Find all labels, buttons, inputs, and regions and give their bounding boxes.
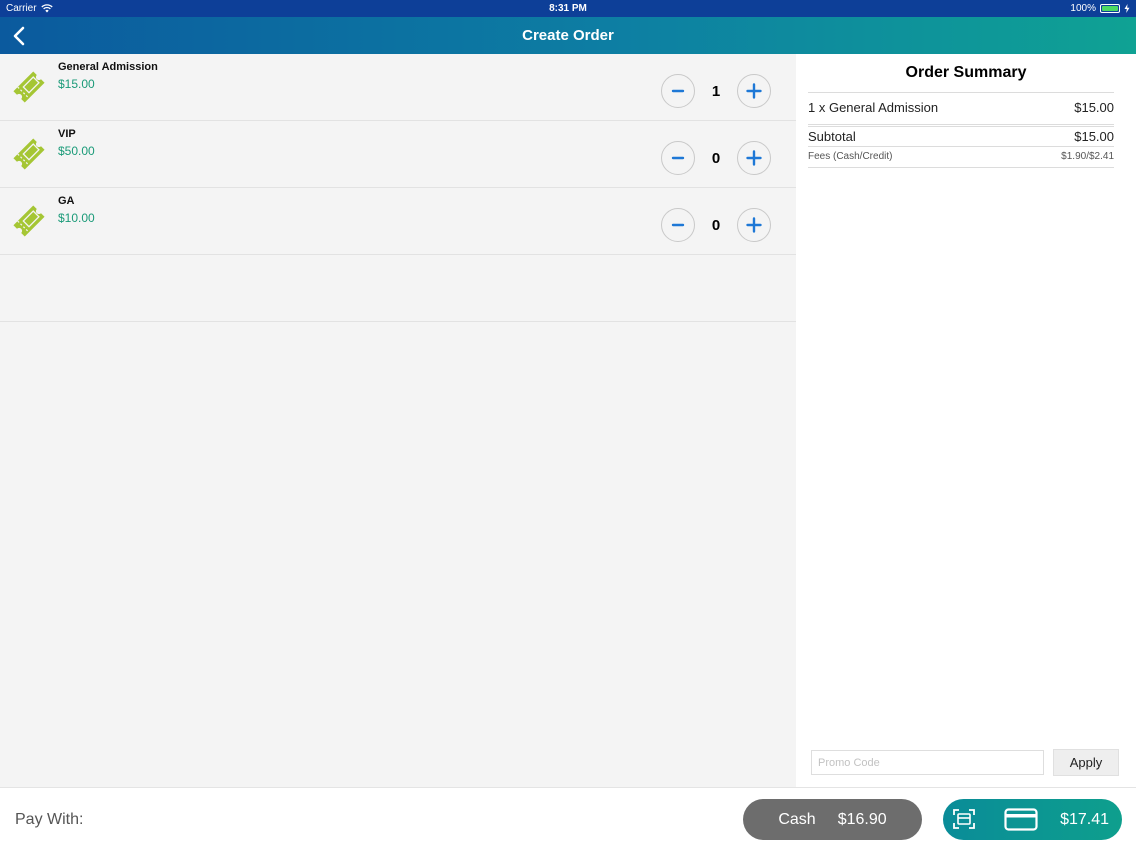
cash-label: Cash (778, 810, 816, 828)
summary-title: Order Summary (905, 64, 1027, 81)
ticket-name: General Admission (58, 61, 158, 73)
quantity-stepper: 0 (661, 208, 771, 242)
battery-percent: 100% (1070, 3, 1096, 14)
plus-icon (746, 217, 762, 233)
divider (808, 146, 1114, 147)
ticket-list: General Admission $15.00 1 VIP $50.00 0 … (0, 54, 796, 787)
charging-icon (1124, 4, 1130, 13)
decrement-button[interactable] (661, 141, 695, 175)
increment-button[interactable] (737, 74, 771, 108)
minus-icon (671, 223, 685, 227)
divider (808, 92, 1114, 93)
pay-cash-button[interactable]: Cash $16.90 (743, 799, 922, 840)
ticket-icon (13, 71, 45, 103)
plus-icon (746, 150, 762, 166)
order-summary-panel: Order Summary 1 x General Admission $15.… (796, 54, 1136, 787)
fees-line: Fees (Cash/Credit) $1.90/$2.41 (808, 151, 1114, 162)
battery-icon (1100, 4, 1120, 13)
ticket-price: $10.00 (58, 211, 95, 225)
ticket-row: GA $10.00 0 (0, 188, 796, 255)
credit-card-icon (1004, 808, 1038, 831)
promo-code-input[interactable] (811, 750, 1044, 775)
subtotal-label: Subtotal (808, 129, 856, 144)
battery-status: 100% (1070, 3, 1130, 14)
payment-bar: Pay With: Cash $16.90 $17.41 (0, 787, 1136, 852)
fees-label: Fees (Cash/Credit) (808, 151, 893, 162)
fees-amount: $1.90/$2.41 (1061, 151, 1114, 162)
ticket-price: $50.00 (58, 144, 95, 158)
cash-amount: $16.90 (837, 810, 887, 828)
quantity-value: 0 (711, 216, 721, 234)
divider (808, 167, 1114, 168)
decrement-button[interactable] (661, 208, 695, 242)
status-bar: Carrier 8:31 PM 100% (0, 0, 1136, 17)
summary-line-item: 1 x General Admission $15.00 (808, 100, 1114, 115)
quantity-value: 0 (711, 149, 721, 167)
minus-icon (671, 156, 685, 160)
ticket-name: VIP (58, 128, 76, 140)
scan-icon[interactable] (952, 807, 976, 831)
pay-card-button[interactable]: $17.41 (943, 799, 1122, 840)
ticket-icon (13, 205, 45, 237)
quantity-stepper: 0 (661, 141, 771, 175)
ticket-row: General Admission $15.00 1 (0, 54, 796, 121)
ticket-row: VIP $50.00 0 (0, 121, 796, 188)
ticket-icon (13, 138, 45, 170)
ticket-price: $15.00 (58, 77, 95, 91)
increment-button[interactable] (737, 208, 771, 242)
navigation-bar: Create Order (0, 17, 1136, 54)
empty-row (0, 255, 796, 322)
minus-icon (671, 89, 685, 93)
ticket-name: GA (58, 195, 75, 207)
line-item-label: 1 x General Admission (808, 100, 939, 115)
divider (808, 126, 1114, 127)
apply-button[interactable]: Apply (1053, 749, 1119, 776)
clock: 8:31 PM (549, 3, 587, 14)
decrement-button[interactable] (661, 74, 695, 108)
quantity-stepper: 1 (661, 74, 771, 108)
subtotal-amount: $15.00 (1074, 129, 1114, 144)
subtotal-line: Subtotal $15.00 (808, 129, 1114, 144)
card-amount: $17.41 (1060, 811, 1109, 828)
line-item-amount: $15.00 (1074, 100, 1114, 115)
quantity-value: 1 (711, 82, 721, 100)
plus-icon (746, 83, 762, 99)
increment-button[interactable] (737, 141, 771, 175)
page-title: Create Order (522, 27, 614, 44)
divider (808, 124, 1114, 125)
pay-with-label: Pay With: (15, 811, 84, 828)
